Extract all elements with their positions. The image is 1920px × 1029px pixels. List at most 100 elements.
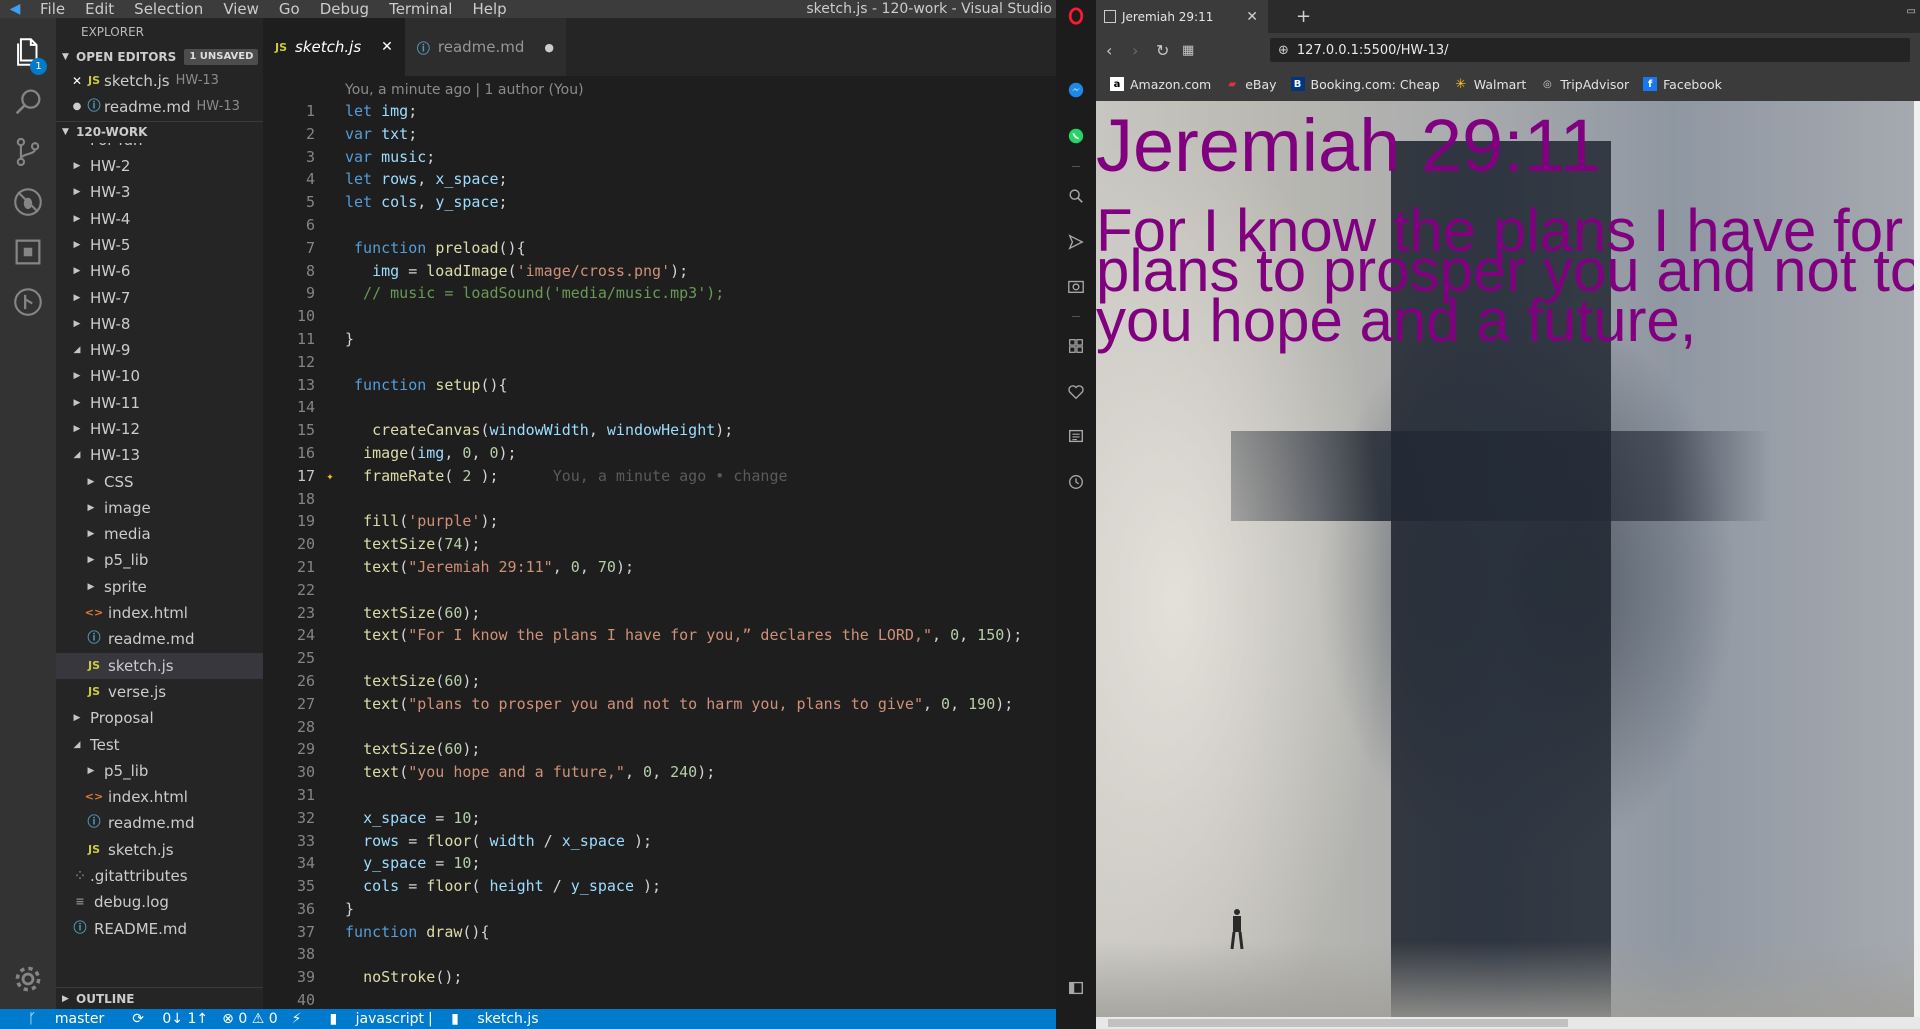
code-line[interactable]: 28 <box>263 716 1056 739</box>
code-line[interactable]: 7 function preload(){ <box>263 237 1056 260</box>
send-icon[interactable] <box>1056 226 1096 258</box>
whatsapp-icon[interactable] <box>1056 120 1096 152</box>
tree-folder[interactable]: ▶ HW-10 <box>56 363 263 389</box>
tab-grid-icon[interactable]: ▦ <box>1182 43 1194 58</box>
tree-folder[interactable]: ▶ HW-12 <box>56 416 263 442</box>
tree-folder[interactable]: ▶ HW-5 <box>56 232 263 258</box>
code-line[interactable]: 37 function draw(){ <box>263 921 1056 944</box>
code-line[interactable]: 21 text("Jeremiah 29:11", 0, 70); <box>263 556 1056 579</box>
back-arrow-icon[interactable]: ‹ <box>1106 41 1112 60</box>
tree-file[interactable]: <> index.html <box>56 600 263 626</box>
bookmark-tripadvisor[interactable]: ◎ TripAdvisor <box>1540 77 1629 92</box>
news-icon[interactable] <box>1056 420 1096 452</box>
tree-folder[interactable]: ▶ image <box>56 495 263 521</box>
code-line[interactable]: 9 // music = loadSound('media/music.mp3'… <box>263 282 1056 305</box>
codelens-blame[interactable]: You, a minute ago | 1 author (You) <box>345 82 584 98</box>
menu-selection[interactable]: Selection <box>124 0 213 18</box>
heart-icon[interactable] <box>1056 376 1096 408</box>
code-line[interactable]: 39 noStroke(); <box>263 966 1056 989</box>
url-field[interactable]: ⊕ 127.0.0.1:5500/HW-13/ <box>1270 38 1910 62</box>
tree-folder[interactable]: ▶ p5_lib <box>56 547 263 573</box>
branch-status[interactable]: ᚴ master <box>14 1011 104 1027</box>
extensions-activity[interactable] <box>0 226 56 278</box>
vertical-scrollbar[interactable] <box>1914 101 1920 1017</box>
explorer-activity[interactable]: 1 <box>0 26 56 78</box>
code-line[interactable]: 4 let rows, x_space; <box>263 168 1056 191</box>
bookmark-booking[interactable]: B Booking.com: Cheap <box>1290 77 1440 92</box>
language-status[interactable]: ▮ javascript <box>315 1011 424 1027</box>
code-line[interactable]: 35 cols = floor( height / y_space ); <box>263 875 1056 898</box>
code-line[interactable]: 26 textSize(60); <box>263 670 1056 693</box>
search-icon[interactable] <box>1056 180 1096 212</box>
code-line[interactable]: 38 <box>263 943 1056 966</box>
code-line[interactable]: 16 image(img, 0, 0); <box>263 442 1056 465</box>
open-editor-item[interactable]: ● ⓘ readme.md HW-13 <box>56 94 263 120</box>
code-line[interactable]: 25 <box>263 647 1056 670</box>
menu-go[interactable]: Go <box>269 0 310 18</box>
tree-folder[interactable]: ▶ HW-2 <box>56 153 263 179</box>
tree-folder[interactable]: ▶ Proposal <box>56 705 263 731</box>
browser-tab[interactable]: Jeremiah 29:11 ✕ <box>1096 0 1268 33</box>
tree-file[interactable]: JS verse.js <box>56 679 263 705</box>
code-line[interactable]: 14 <box>263 396 1056 419</box>
code-line[interactable]: 31 <box>263 784 1056 807</box>
tree-folder[interactable]: ◢ Test <box>56 731 263 757</box>
camera-icon[interactable] <box>1056 270 1096 302</box>
menu-debug[interactable]: Debug <box>310 0 379 18</box>
workspace-header[interactable]: ▼ 120-WORK <box>56 120 263 143</box>
code-line[interactable]: 33 rows = floor( width / x_space ); <box>263 830 1056 853</box>
tree-file[interactable]: JS sketch.js <box>56 837 263 863</box>
tree-file[interactable]: ⁘ .gitattributes <box>56 863 263 889</box>
sidebar-toggle-icon[interactable] <box>1056 972 1096 1004</box>
code-line[interactable]: 13 function setup(){ <box>263 374 1056 397</box>
tree-folder[interactable]: ▶ HW-6 <box>56 258 263 284</box>
sync-status[interactable]: ⟳ 0↓ 1↑ <box>118 1011 208 1027</box>
menu-file[interactable]: File <box>30 0 75 18</box>
close-icon[interactable]: ✕ <box>70 68 84 94</box>
menu-view[interactable]: View <box>213 0 269 18</box>
code-line[interactable]: 12 <box>263 351 1056 374</box>
code-line[interactable]: 1 let img; <box>263 100 1056 123</box>
tree-folder[interactable]: ▶ HW-4 <box>56 205 263 231</box>
close-tab-icon[interactable]: ✕ <box>1246 9 1258 25</box>
code-line[interactable]: 20 textSize(74); <box>263 533 1056 556</box>
bookmark-facebook[interactable]: f Facebook <box>1643 77 1722 92</box>
tree-folder[interactable]: ▶ HW-3 <box>56 179 263 205</box>
code-line[interactable]: 5 let cols, y_space; <box>263 191 1056 214</box>
file-status[interactable]: | ▮ sketch.js <box>428 1011 539 1027</box>
code-line[interactable]: 18 <box>263 488 1056 511</box>
speed-dial-icon[interactable] <box>1056 330 1096 362</box>
git-history-activity[interactable] <box>0 276 56 328</box>
tree-folder[interactable]: ◢ HW-9 <box>56 337 263 363</box>
bookmark-walmart[interactable]: ✳ Walmart <box>1454 77 1526 92</box>
horizontal-scrollbar[interactable] <box>1096 1017 1920 1029</box>
code-line[interactable]: 15 createCanvas(windowWidth, windowHeigh… <box>263 419 1056 442</box>
close-icon[interactable]: ✕ <box>381 39 393 55</box>
tree-file[interactable]: ⓘ readme.md <box>56 810 263 836</box>
tree-file-selected[interactable]: JS sketch.js <box>56 652 263 679</box>
search-activity[interactable] <box>0 76 56 128</box>
code-line[interactable]: 30 text("you hope and a future,", 0, 240… <box>263 761 1056 784</box>
menu-terminal[interactable]: Terminal <box>379 0 462 18</box>
tree-file[interactable]: ⓘ readme.md <box>56 626 263 652</box>
p5-canvas[interactable]: Jeremiah 29:11 For I know the plans I ha… <box>1096 101 1920 1017</box>
code-line[interactable]: 11} <box>263 328 1056 351</box>
tree-folder[interactable]: ▶ media <box>56 521 263 547</box>
tree-folder[interactable]: ▶ For fun <box>56 143 263 153</box>
tree-folder[interactable]: ▶ HW-8 <box>56 311 263 337</box>
opera-logo-icon[interactable] <box>1056 0 1096 32</box>
tab-sketch-js[interactable]: JS sketch.js ✕ <box>263 18 405 76</box>
scrollbar-thumb[interactable] <box>1108 1019 1568 1027</box>
code-line[interactable]: 6 <box>263 214 1056 237</box>
code-line[interactable]: 34 y_space = 10; <box>263 852 1056 875</box>
code-line[interactable]: 27 text("plans to prosper you and not to… <box>263 693 1056 716</box>
code-line[interactable]: 22 <box>263 579 1056 602</box>
bookmark-amazon[interactable]: a Amazon.com <box>1110 77 1211 92</box>
tree-folder[interactable]: ▶ p5_lib <box>56 758 263 784</box>
code-line[interactable]: 19 fill('purple'); <box>263 510 1056 533</box>
code-line[interactable]: 17 ✦ frameRate( 2 ); You, a minute ago • … <box>263 465 1056 488</box>
code-line[interactable]: 23 textSize(60); <box>263 602 1056 625</box>
forward-arrow-icon[interactable]: › <box>1132 41 1138 60</box>
messenger-icon[interactable] <box>1056 74 1096 106</box>
code-line[interactable]: 8 img = loadImage('image/cross.png'); <box>263 260 1056 283</box>
